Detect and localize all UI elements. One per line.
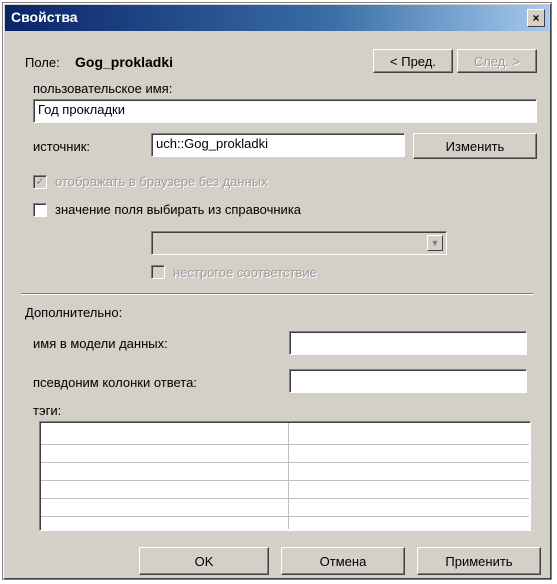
close-button[interactable]: × (527, 9, 545, 27)
fuzzy-match-label: нестрогое соответствие (173, 265, 317, 280)
apply-button[interactable]: Применить (417, 547, 541, 575)
fuzzy-match-checkbox[interactable] (151, 265, 165, 279)
tags-grid[interactable] (39, 421, 531, 531)
user-name-label: пользовательское имя: (33, 81, 173, 96)
window-title: Свойства (11, 9, 78, 25)
alias-input[interactable] (289, 369, 527, 393)
grid-row-line (41, 516, 529, 517)
checkmark-icon: ✓ (35, 176, 45, 188)
close-icon: × (532, 11, 540, 25)
tags-label: тэги: (33, 403, 62, 418)
model-name-label: имя в модели данных: (33, 336, 168, 351)
title-bar[interactable]: Свойства × (5, 5, 549, 31)
change-source-button[interactable]: Изменить (413, 133, 537, 159)
grid-row-line (41, 444, 529, 445)
show-in-browser-label: отображать в браузере без данных (55, 174, 268, 189)
prev-button[interactable]: < Пред. (373, 49, 453, 73)
ok-button[interactable]: OK (139, 547, 269, 575)
chevron-down-icon[interactable]: ▼ (427, 235, 443, 251)
grid-column-divider (288, 423, 289, 529)
source-label: источник: (33, 139, 91, 154)
field-name: Gog_prokladki (75, 54, 174, 70)
next-button[interactable]: След. > (457, 49, 537, 73)
extra-section-label: Дополнительно: (25, 305, 123, 320)
section-separator (21, 293, 533, 295)
cancel-button[interactable]: Отмена (281, 547, 405, 575)
grid-row-line (41, 480, 529, 481)
properties-dialog: Свойства × Поле: Gog_prokladki < Пред. С… (2, 2, 552, 580)
alias-label: псевдоним колонки ответа: (33, 375, 197, 390)
field-label: Поле: (25, 55, 60, 70)
grid-row-line (41, 462, 529, 463)
from-reference-label: значение поля выбирать из справочника (55, 202, 302, 217)
from-reference-checkbox[interactable] (33, 203, 47, 217)
show-in-browser-checkbox[interactable]: ✓ (33, 175, 47, 189)
source-input[interactable]: uch::Gog_prokladki (151, 133, 405, 157)
model-name-input[interactable] (289, 331, 527, 355)
grid-row-line (41, 498, 529, 499)
reference-dropdown[interactable] (151, 231, 447, 255)
user-name-input[interactable]: Год прокладки (33, 99, 537, 123)
